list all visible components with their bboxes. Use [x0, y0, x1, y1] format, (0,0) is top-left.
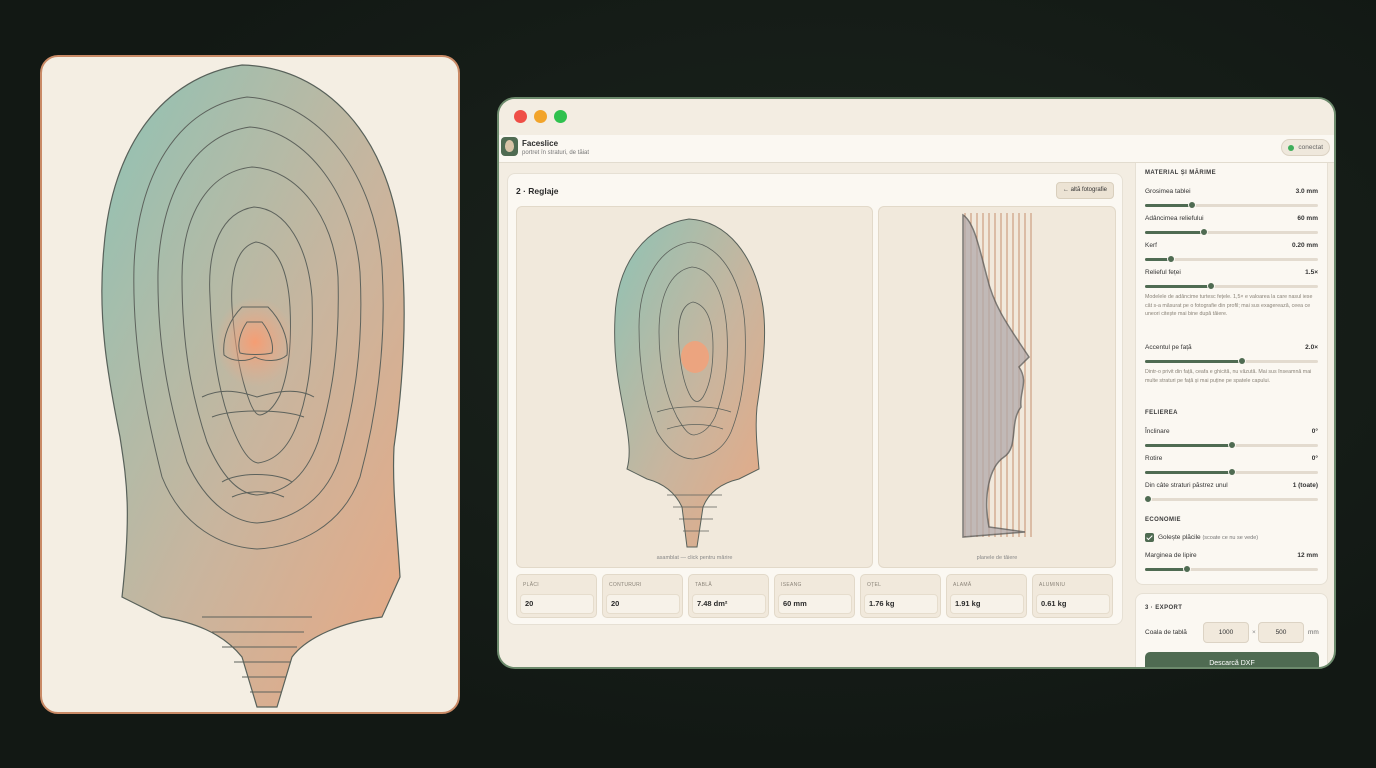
stat-label: OȚEL	[867, 582, 882, 588]
hollow-plates-text: Golește plăcile	[1158, 534, 1201, 541]
stat-label: ALUMINIU	[1039, 582, 1066, 588]
glue-margin-slider[interactable]	[1145, 565, 1318, 573]
rotation-slider[interactable]	[1145, 468, 1318, 476]
stat-label: PLĂCI	[523, 582, 539, 588]
keep-layers-value: 1 (toate)	[1292, 482, 1318, 489]
sheet-size-label: Coala de tablă	[1145, 629, 1187, 636]
sheet-thickness-label: Grosimea tablei	[1145, 188, 1191, 195]
settings-sidebar: MATERIAL ȘI MĂRIME Grosimea tablei 3.0 m…	[1135, 163, 1328, 585]
face-relief-label: Relieful feței	[1145, 269, 1181, 276]
titlebar	[499, 99, 1334, 135]
rotation-label: Rotire	[1145, 455, 1163, 462]
stat-value: 1.91 kg	[950, 594, 1024, 614]
profile-planes-graphic	[962, 213, 1032, 538]
stats-row: PLĂCI 20 CONTURURI 20 TABLĂ 7.48 dm² ISE…	[516, 574, 1116, 620]
download-dxf-button[interactable]: Descarcă DXF	[1145, 652, 1319, 667]
face-relief-value: 1.5×	[1305, 269, 1318, 276]
kerf-slider[interactable]	[1145, 255, 1318, 263]
stat-value: 20	[520, 594, 594, 614]
planes-caption: planele de tăiere	[976, 555, 1018, 561]
stat-value: 0.61 kg	[1036, 594, 1110, 614]
keep-layers-slider[interactable]	[1144, 495, 1318, 503]
contour-portrait-small	[614, 218, 766, 548]
stat-label: TABLĂ	[695, 582, 712, 588]
face-accent-help: Dintr-o privit din față, ceafa e ghicită…	[1145, 369, 1312, 384]
connection-status: conectat	[1281, 139, 1330, 156]
material-heading: MATERIAL ȘI MĂRIME	[1145, 170, 1216, 176]
face-relief-slider[interactable]	[1145, 282, 1318, 290]
status-dot-icon	[1288, 145, 1295, 151]
stat-label: ISEANG	[781, 582, 802, 588]
stat-contours: CONTURURI 20	[602, 574, 683, 618]
export-panel: 3 · EXPORT Coala de tablă × mm Descarcă …	[1135, 593, 1328, 667]
glue-margin-value: 12 mm	[1297, 552, 1318, 559]
close-window-button[interactable]	[514, 110, 527, 123]
app-title: Faceslice	[522, 139, 559, 148]
slicing-heading: FELIEREA	[1145, 410, 1178, 416]
hollow-plates-label: Golește plăcile (scoate ce nu se vede)	[1158, 534, 1258, 541]
stat-value: 60 mm	[778, 594, 852, 614]
another-photo-button[interactable]: ← altă fotografie	[1055, 182, 1114, 199]
hollow-plates-checkbox[interactable]	[1145, 533, 1154, 542]
stat-label: CONTURURI	[609, 582, 642, 588]
export-heading: 3 · EXPORT	[1145, 605, 1183, 611]
sheet-thickness-value: 3.0 mm	[1295, 188, 1318, 195]
sheet-width-input[interactable]	[1203, 622, 1249, 643]
assembled-viewer[interactable]: asamblat — click pentru mărire	[516, 206, 873, 568]
stat-label: ALAMĂ	[953, 582, 972, 588]
stat-depth: ISEANG 60 mm	[774, 574, 855, 618]
tilt-value: 0°	[1311, 428, 1318, 435]
glue-margin-label: Marginea de lipire	[1145, 552, 1197, 559]
stat-steel: OȚEL 1.76 kg	[860, 574, 941, 618]
sheet-height-input[interactable]	[1258, 622, 1304, 643]
keep-layers-label: Din câte straturi păstrez unul	[1145, 482, 1228, 489]
rotation-value: 0°	[1311, 455, 1318, 462]
size-times: ×	[1252, 629, 1256, 636]
app-header: Faceslice portret în straturi, de tăiat …	[499, 135, 1334, 163]
size-unit: mm	[1308, 629, 1319, 636]
kerf-label: Kerf	[1145, 242, 1157, 249]
app-subtitle: portret în straturi, de tăiat	[522, 150, 590, 156]
stat-value: 7.48 dm²	[692, 594, 766, 614]
kerf-value: 0.20 mm	[1291, 242, 1318, 249]
stat-sheet: TABLĂ 7.48 dm²	[688, 574, 769, 618]
stat-value: 1.76 kg	[864, 594, 938, 614]
hollow-plates-note: (scoate ce nu se vede)	[1202, 535, 1259, 541]
art-preview-card	[40, 55, 460, 714]
tilt-label: Înclinare	[1145, 428, 1170, 435]
sheet-thickness-slider[interactable]	[1145, 201, 1318, 209]
minimize-window-button[interactable]	[534, 110, 547, 123]
relief-depth-value: 60 mm	[1297, 215, 1318, 222]
face-accent-slider[interactable]	[1145, 357, 1318, 365]
face-accent-label: Accentul pe față	[1145, 344, 1192, 351]
economy-heading: ECONOMIE	[1145, 517, 1181, 523]
stat-value: 20	[606, 594, 680, 614]
face-relief-help: Modelele de adâncime turtesc fețele. 1,5…	[1145, 294, 1313, 318]
adjustments-panel: 2 · Reglaje ← altă fotografie asamblat —…	[507, 173, 1123, 625]
assembled-caption: asamblat — click pentru mărire	[656, 555, 733, 561]
stat-plates: PLĂCI 20	[516, 574, 597, 618]
face-accent-value: 2.0×	[1305, 344, 1318, 351]
app-window: Faceslice portret în straturi, de tăiat …	[497, 97, 1336, 669]
app-logo-icon	[501, 137, 518, 156]
relief-depth-slider[interactable]	[1145, 228, 1318, 236]
connection-status-label: conectat	[1298, 144, 1323, 151]
cutting-planes-viewer: planele de tăiere	[878, 206, 1116, 568]
step2-title: 2 · Reglaje	[516, 186, 559, 196]
relief-depth-label: Adâncimea reliefului	[1145, 215, 1204, 222]
stat-aluminium: ALUMINIU 0.61 kg	[1032, 574, 1113, 618]
maximize-window-button[interactable]	[554, 110, 567, 123]
contour-portrait-large	[101, 64, 405, 708]
stat-brass: ALAMĂ 1.91 kg	[946, 574, 1027, 618]
tilt-slider[interactable]	[1145, 441, 1318, 449]
